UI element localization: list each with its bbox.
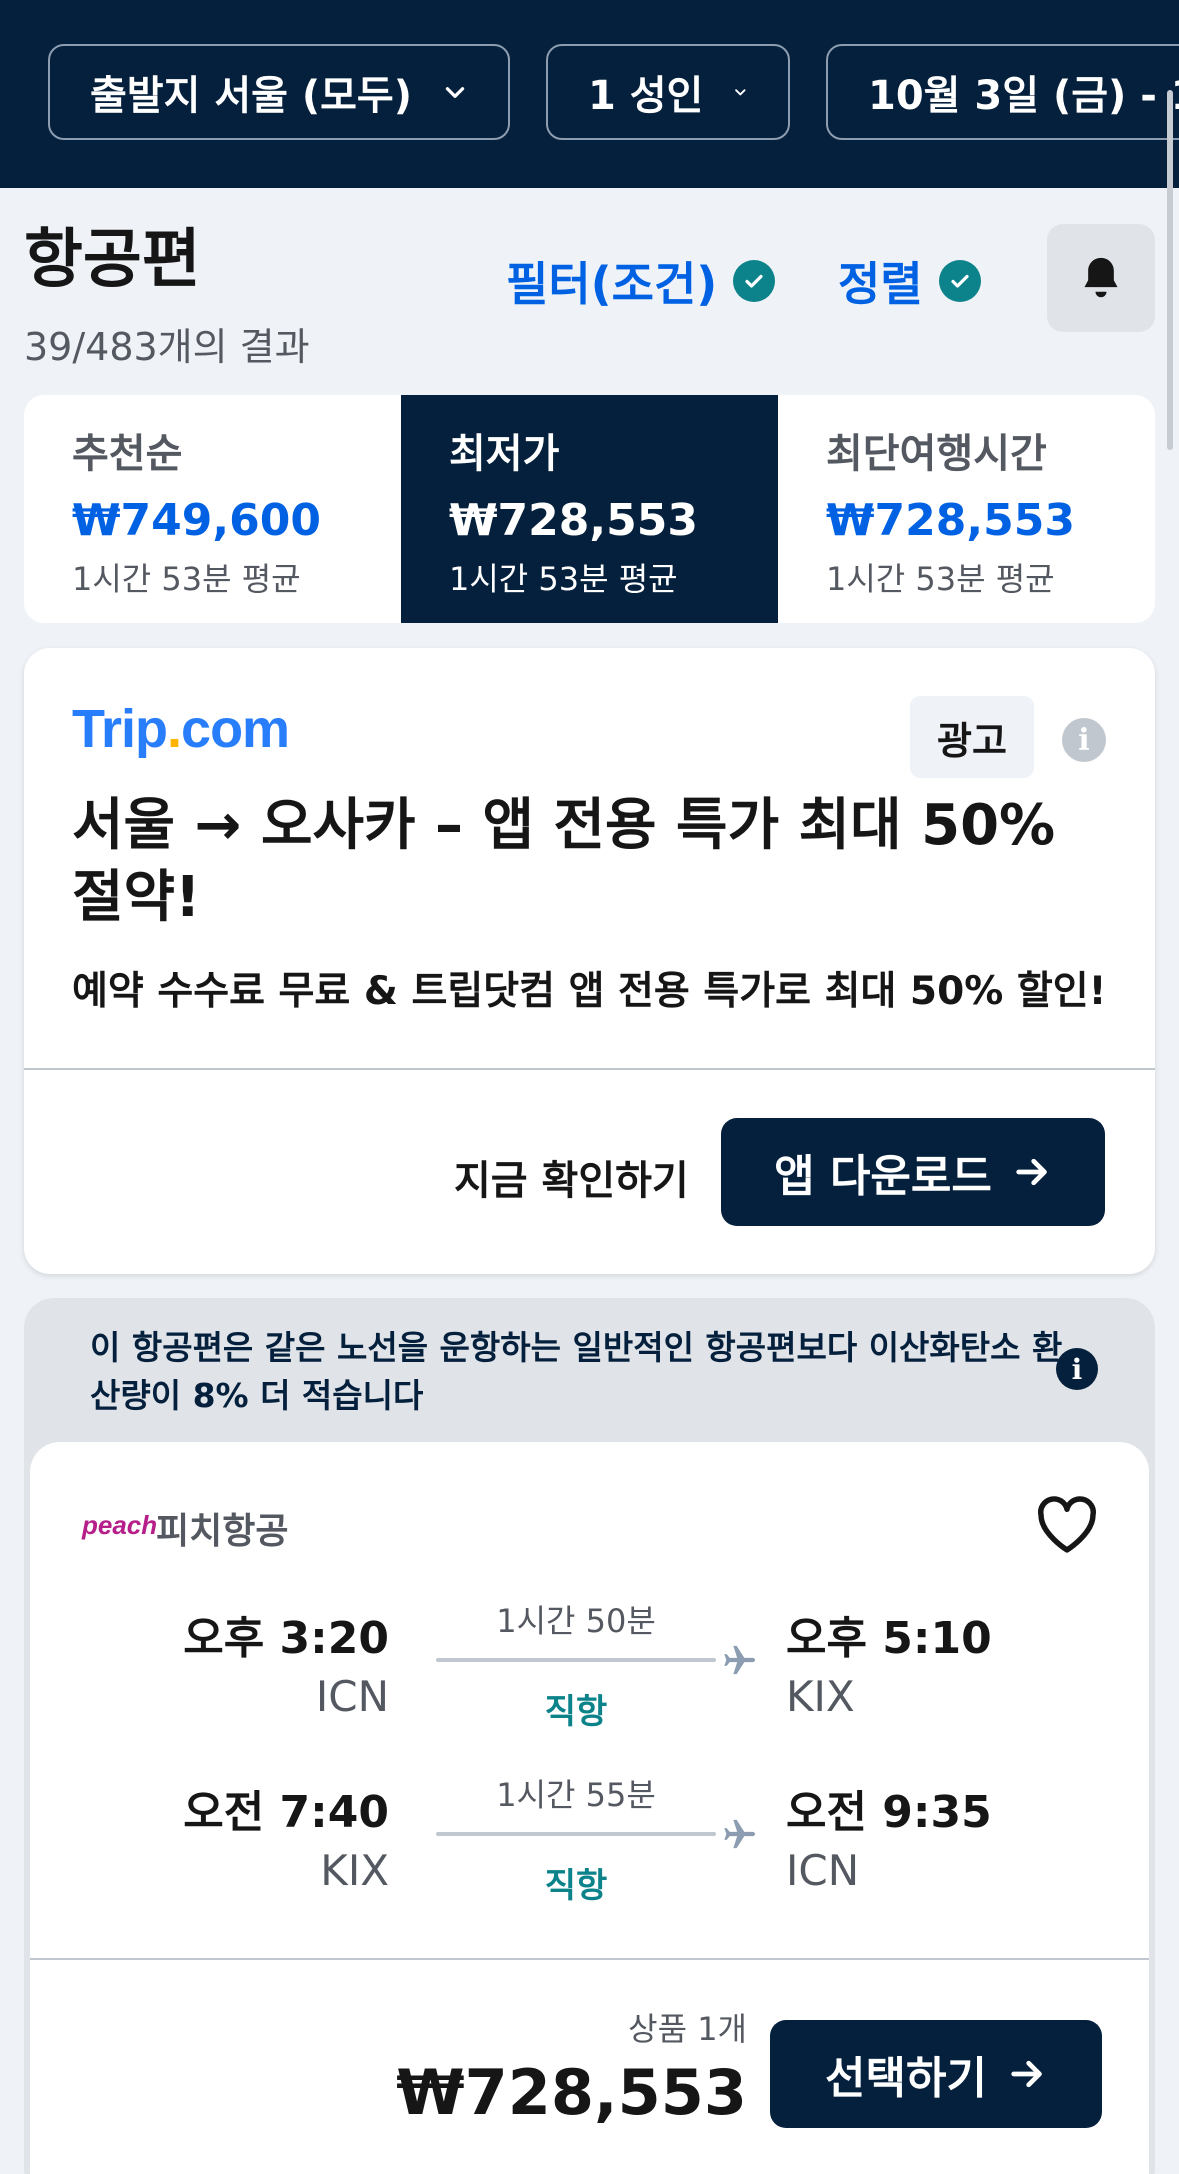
ad-card[interactable]: Trip.com 광고 i 서울 → 오사카 – 앱 전용 특가 최대 50% …: [24, 648, 1155, 1274]
flight-duration: 1시간 55분: [496, 1776, 656, 1814]
flight-duration: 1시간 50분: [496, 1602, 656, 1640]
date-selector[interactable]: 10월 3일 (금) - 10: [826, 44, 1179, 140]
check-circle-icon: [733, 260, 776, 302]
app-download-button[interactable]: 앱 다운로드: [721, 1118, 1105, 1226]
tab-best[interactable]: 추천순 ₩749,600 1시간 53분 평균: [24, 395, 401, 623]
tab-average: 1시간 53분 평균: [72, 560, 301, 598]
outbound-leg: 오후 3:20 ICN 1시간 50분 직항 오후 5:10 KIX: [30, 1592, 1149, 1742]
trip-com-logo: Trip.com: [72, 699, 290, 759]
tab-price: ₩728,553: [449, 495, 698, 546]
origin-selector[interactable]: 출발지 서울 (모두): [48, 44, 510, 140]
tab-price: ₩749,600: [72, 495, 321, 546]
deal-count: 상품 1개: [628, 2010, 747, 2048]
select-label: 선택하기: [825, 2053, 987, 2104]
eco-message: 이 항공편은 같은 노선을 운항하는 일반적인 항공편보다 이산화탄소 환산량이…: [90, 1328, 1063, 1415]
arrow-right-icon: [1011, 2060, 1042, 2088]
stops-label: 직항: [544, 1692, 608, 1732]
app-download-label: 앱 다운로드: [774, 1151, 992, 1202]
info-icon[interactable]: i: [1056, 1348, 1098, 1390]
bell-icon: [1084, 257, 1118, 298]
tab-cheapest[interactable]: 최저가 ₩728,553 1시간 53분 평균: [401, 395, 778, 623]
tab-label: 최단여행시간: [826, 431, 1047, 477]
sort-tabs: 추천순 ₩749,600 1시간 53분 평균 최저가 ₩728,553 1시간…: [24, 395, 1155, 623]
departure-time: 오전 7:40: [183, 1787, 389, 1838]
departure-airport: KIX: [320, 1846, 389, 1895]
origin-label: 출발지 서울 (모두): [90, 73, 413, 119]
search-summary-bar: 출발지 서울 (모두) 1 성인 10월 3일 (금) - 10: [0, 0, 1179, 188]
ad-subtext: 예약 수수료 무료 & 트립닷컴 앱 전용 특가로 최대 50% 할인!: [72, 969, 1107, 1014]
flight-result-card[interactable]: peach 피치항공 오후 3:20 ICN 1시간 50분 직항 오후 5:1…: [30, 1442, 1149, 2174]
departure-time: 오후 3:20: [183, 1613, 389, 1664]
tab-average: 1시간 53분 평균: [826, 560, 1055, 598]
sort-button[interactable]: 정렬: [838, 248, 981, 314]
sort-label: 정렬: [838, 257, 923, 311]
ad-headline: 서울 → 오사카 – 앱 전용 특가 최대 50% 절약!: [72, 793, 1056, 930]
arrow-right-icon: [1016, 1158, 1047, 1186]
info-icon[interactable]: i: [1062, 718, 1106, 762]
tab-price: ₩728,553: [826, 495, 1075, 546]
scrollbar[interactable]: [1167, 90, 1173, 450]
return-leg: 오전 7:40 KIX 1시간 55분 직항 오전 9:35 ICN: [30, 1766, 1149, 1916]
check-circle-icon: [938, 260, 981, 302]
divider: [30, 1958, 1149, 1960]
filter-button[interactable]: 필터(조건): [506, 248, 776, 314]
airline-name: 피치항공: [156, 1511, 289, 1552]
stops-label: 직항: [544, 1866, 608, 1906]
route-line: [436, 1832, 716, 1836]
page-title: 항공편: [24, 223, 201, 297]
plane-icon: [724, 1645, 755, 1675]
tab-fastest[interactable]: 최단여행시간 ₩728,553 1시간 53분 평균: [778, 395, 1155, 623]
heart-icon[interactable]: [1034, 1494, 1100, 1554]
tab-average: 1시간 53분 평균: [449, 560, 678, 598]
divider: [24, 1068, 1155, 1070]
passenger-label: 1 성인: [588, 73, 704, 119]
plane-icon: [724, 1819, 755, 1849]
passenger-selector[interactable]: 1 성인: [546, 44, 790, 140]
airline-logo: peach: [82, 1510, 158, 1540]
date-label: 10월 3일 (금) - 10: [868, 73, 1179, 119]
select-button[interactable]: 선택하기: [770, 2020, 1102, 2128]
tab-label: 최저가: [449, 431, 560, 477]
filter-label: 필터(조건): [506, 257, 718, 311]
arrival-airport: ICN: [786, 1846, 860, 1895]
arrival-airport: KIX: [786, 1672, 855, 1721]
chevron-down-icon: [445, 87, 465, 98]
chevron-down-icon: [735, 89, 746, 96]
arrival-time: 오후 5:10: [786, 1613, 992, 1664]
result-count: 39/483개의 결과: [24, 325, 310, 369]
price-alert-button[interactable]: [1047, 224, 1155, 332]
ad-badge: 광고: [910, 696, 1034, 778]
check-now-link[interactable]: 지금 확인하기: [454, 1148, 689, 1206]
flight-price: ₩728,553: [396, 2056, 747, 2129]
arrival-time: 오전 9:35: [786, 1787, 992, 1838]
route-line: [436, 1658, 716, 1662]
departure-airport: ICN: [315, 1672, 389, 1721]
tab-label: 추천순: [72, 431, 183, 477]
